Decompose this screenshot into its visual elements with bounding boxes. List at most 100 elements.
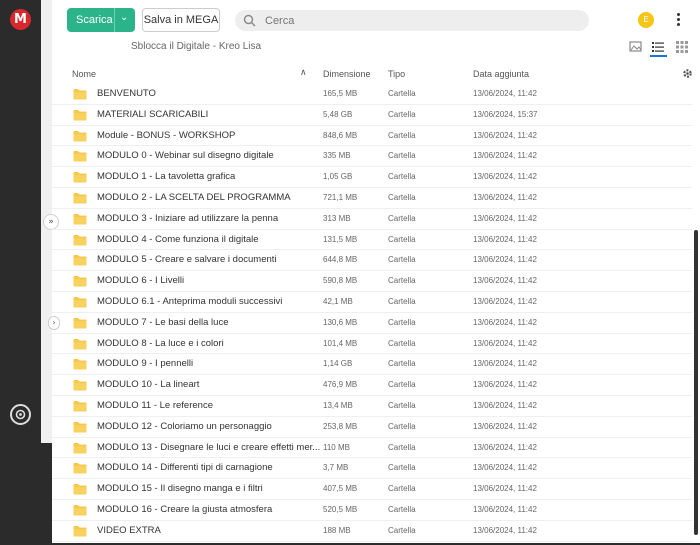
more-options-icon[interactable] (673, 11, 683, 29)
gear-icon[interactable] (681, 67, 694, 80)
file-date: 13/06/2024, 11:42 (473, 297, 537, 306)
file-name[interactable]: MODULO 6 - I Livelli (97, 275, 184, 286)
button-divider (114, 8, 115, 32)
table-row[interactable]: MODULO 6.1 - Anteprima moduli successivi… (52, 292, 692, 313)
avatar[interactable]: E (638, 12, 654, 28)
file-name[interactable]: MODULO 14 - Differenti tipi di carnagion… (97, 462, 273, 473)
table-row[interactable]: MODULO 6 - I Livelli 590,8 MB Cartella 13/0… (52, 271, 692, 292)
file-date: 13/06/2024, 15:37 (473, 109, 538, 119)
file-type: Cartella (388, 109, 416, 119)
table-row[interactable]: Module - BONUS - WORKSHOP 848,6 MB Cartell… (52, 126, 692, 147)
table-row[interactable]: MODULO 2 - LA SCELTA DEL PROGRAMMA 721,1 … (52, 188, 692, 209)
column-size-header[interactable]: Dimensione (323, 69, 371, 79)
file-name[interactable]: MODULO 11 - Le reference (97, 400, 213, 411)
table-row[interactable]: MODULO 4 - Come funziona il digitale 131,… (52, 230, 692, 251)
search-input[interactable] (265, 13, 565, 28)
mega-logo[interactable]: M (10, 9, 31, 30)
table-row[interactable]: MODULO 14 - Differenti tipi di carnagion… (52, 458, 692, 480)
file-date: 13/06/2024, 11:42 (473, 130, 537, 140)
table-row[interactable]: MODULO 16 - Creare la giusta atmosfera 52… (52, 500, 692, 521)
table-row[interactable]: BENVENUTO 165,5 MB Cartella 13/06/2024, 11:… (52, 84, 692, 105)
file-size: 165,5 MB (323, 89, 358, 98)
file-date: 13/06/2024, 11:42 (473, 213, 537, 223)
file-name[interactable]: MODULO 13 - Disegnare le luci e creare e… (97, 442, 320, 453)
scrollbar[interactable] (694, 230, 698, 535)
file-type: Cartella (388, 213, 416, 223)
file-name[interactable]: MODULO 6.1 - Anteprima moduli successivi (97, 296, 282, 307)
file-name[interactable]: MODULO 5 - Creare e salvare i documenti (97, 254, 277, 265)
file-name[interactable]: MODULO 4 - Come funziona il digitale (97, 234, 259, 245)
rail-bottom (41, 443, 52, 545)
download-label: Scarica (76, 14, 113, 26)
folder-icon (73, 525, 87, 537)
table-row[interactable]: MODULO 11 - Le reference 13,4 MB Cartella 1… (52, 396, 692, 417)
table-row[interactable]: MODULO 5 - Creare e salvare i documenti 6… (52, 250, 692, 272)
file-size: 110 MB (323, 442, 350, 452)
file-name[interactable]: Module - BONUS - WORKSHOP (97, 130, 235, 141)
search-icon (243, 14, 256, 27)
grid-view-icon[interactable] (675, 40, 689, 54)
file-date: 13/06/2024, 11:42 (473, 525, 537, 535)
file-type: Cartella (388, 421, 416, 431)
folder-icon (73, 401, 87, 412)
folder-icon (73, 380, 87, 391)
file-date: 13/06/2024, 11:42 (473, 255, 537, 265)
table-row[interactable]: MODULO 15 - Il disegno manga e i filtri 4… (52, 479, 692, 500)
file-name[interactable]: MODULO 15 - Il disegno manga e i filtri (97, 483, 263, 494)
file-name[interactable]: MODULO 7 - Le basi della luce (97, 317, 228, 328)
table-row[interactable]: MODULO 12 - Coloriamo un personaggio 253,… (52, 417, 692, 438)
save-to-mega-button[interactable]: Salva in MEGA (142, 8, 220, 32)
table-row[interactable]: MODULO 8 - La luce e i colori 101,4 MB Car… (52, 334, 692, 355)
table-row[interactable]: MODULO 0 - Webinar sul disegno digitale 3… (52, 146, 692, 168)
sync-icon[interactable] (10, 404, 31, 425)
file-name[interactable]: MODULO 10 - La lineart (97, 379, 199, 390)
file-date: 13/06/2024, 11:42 (473, 172, 537, 182)
file-date: 13/06/2024, 11:42 (473, 421, 537, 431)
file-name[interactable]: MODULO 1 - La tavoletta grafica (97, 171, 235, 182)
file-name[interactable]: MATERIALI SCARICABILI (97, 109, 208, 120)
file-list: BENVENUTO 165,5 MB Cartella 13/06/2024, 11:… (52, 84, 692, 543)
file-date: 13/06/2024, 11:42 (473, 484, 537, 494)
table-row[interactable]: MODULO 13 - Disegnare le luci e creare e… (52, 438, 692, 459)
table-row[interactable]: VIDEO EXTRA 188 MB Cartella 13/06/2024, 11:… (52, 521, 692, 542)
file-name[interactable]: VIDEO EXTRA (97, 525, 161, 536)
folder-icon (73, 234, 87, 246)
file-name[interactable]: BENVENUTO (97, 88, 156, 99)
file-size: 188 MB (323, 525, 351, 535)
file-size: 1,14 GB (323, 359, 353, 369)
file-type: Cartella (388, 89, 416, 98)
file-type: Cartella (388, 255, 416, 265)
file-name[interactable]: MODULO 0 - Webinar sul disegno digitale (97, 150, 274, 161)
file-type: Cartella (388, 380, 416, 390)
active-view-indicator (650, 55, 667, 57)
table-row[interactable]: MODULO 3 - Iniziare ad utilizzare la pen… (52, 209, 692, 230)
column-name-header[interactable]: Nome (72, 69, 96, 79)
file-type: Cartella (388, 234, 416, 244)
file-date: 13/06/2024, 11:42 (473, 151, 537, 161)
file-size: 721,1 MB (323, 193, 358, 202)
column-date-header[interactable]: Data aggiunta (473, 69, 529, 79)
search-bar[interactable] (235, 10, 589, 31)
table-row[interactable]: MODULO 9 - I pennelli 1,14 GB Cartella 13/0… (52, 354, 692, 376)
table-row[interactable]: MATERIALI SCARICABILI 5,48 GB Cartella 13/0… (52, 105, 692, 126)
column-type-header[interactable]: Tipo (388, 69, 405, 79)
file-size: 476,9 MB (323, 380, 358, 390)
file-name[interactable]: MODULO 16 - Creare la giusta atmosfera (97, 504, 272, 515)
file-name[interactable]: MODULO 3 - Iniziare ad utilizzare la pen… (97, 213, 278, 224)
column-header: Nome ∧ Dimensione Tipo Data aggiunta (52, 64, 700, 84)
sort-ascending-icon[interactable]: ∧ (300, 68, 307, 78)
file-name[interactable]: MODULO 9 - I pennelli (97, 358, 193, 369)
thumbnail-view-icon[interactable] (629, 40, 643, 54)
file-date: 13/06/2024, 11:42 (473, 234, 537, 244)
file-name[interactable]: MODULO 2 - LA SCELTA DEL PROGRAMMA (97, 192, 291, 203)
table-row[interactable]: MODULO 10 - La lineart 476,9 MB Cartella 13… (52, 375, 692, 396)
table-row[interactable]: MODULO 1 - La tavoletta grafica 1,05 GB Ca… (52, 167, 692, 188)
file-type: Cartella (388, 317, 416, 327)
file-name[interactable]: MODULO 12 - Coloriamo un personaggio (97, 421, 272, 432)
table-row[interactable]: MODULO 7 - Le basi della luce 130,6 MB Car… (52, 313, 692, 334)
download-button[interactable]: Scarica ⌄ (67, 8, 135, 32)
file-name[interactable]: MODULO 8 - La luce e i colori (97, 338, 224, 349)
chevron-down-icon[interactable]: ⌄ (120, 12, 128, 23)
folder-icon (73, 505, 87, 516)
list-view-icon[interactable] (651, 40, 665, 54)
